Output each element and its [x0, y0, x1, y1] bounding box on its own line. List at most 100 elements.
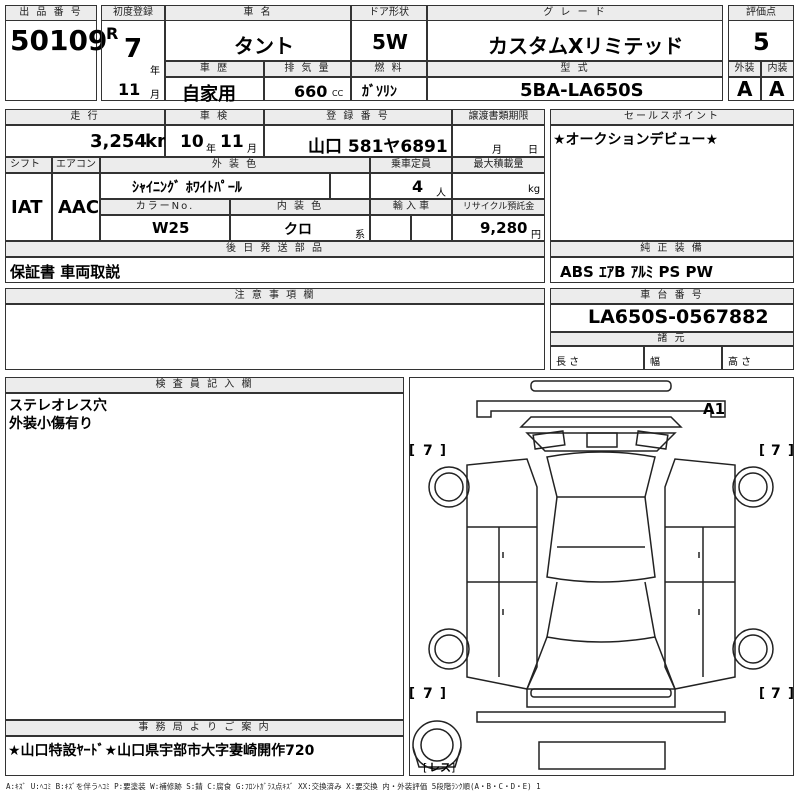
history: 自家用 [182, 84, 236, 105]
damage-mark-hood: A1 [703, 400, 725, 418]
model-label: 型 式 [427, 61, 723, 77]
office-note: ★山口特設ﾔｰﾄﾞ★山口県宇部市大字妻崎開作720 [8, 743, 315, 759]
registration: 山口 581ヤ6891 [308, 137, 448, 157]
exterior-grade: A [737, 77, 753, 101]
displacement: 660 [294, 82, 328, 101]
lot-number: 50109 [10, 24, 108, 57]
svg-text:]: ] [440, 443, 446, 458]
model: 5BA-LA650S [520, 80, 644, 101]
chassis-number: LA650S-0567882 [588, 306, 769, 328]
capacity-label: 乗車定員 [370, 157, 452, 173]
office-label: 事 務 局 よ り ご 案 内 [5, 720, 404, 736]
year-unit: 年 [150, 66, 160, 77]
later-parts: 保証書 車両取説 [10, 263, 121, 281]
door-type: 5W [372, 30, 408, 54]
inspector-line-2: 外装小傷有り [9, 416, 93, 432]
tire-mark-rear-right: 7 [771, 686, 781, 702]
sales-point: ★オークションデビュー★ [553, 132, 719, 148]
era-prefix: R [106, 24, 119, 43]
svg-text:]: ] [788, 686, 794, 701]
dims-label: 諸 元 [550, 332, 794, 346]
color-no: W25 [152, 219, 190, 237]
aircon: AAC [58, 197, 100, 218]
car-name: タント [234, 34, 294, 58]
svg-text:[: [ [759, 686, 765, 701]
recycle-unit: 円 [531, 230, 541, 241]
transfer-month-unit: 月 [492, 145, 502, 156]
interior-label: 内装 [761, 61, 794, 77]
import-label: 輸 入 車 [370, 199, 452, 215]
score-label: 評価点 [728, 5, 794, 21]
notes-label: 注 意 事 項 欄 [5, 288, 545, 304]
first-reg-year: 7 [124, 34, 143, 64]
import-cell [370, 215, 411, 241]
load-label: 最大積載量 [452, 157, 545, 173]
svg-text:]: ] [451, 761, 455, 774]
month-unit: 月 [150, 90, 160, 101]
svg-text:[: [ [759, 443, 765, 458]
interior-color-label: 内 装 色 [230, 199, 370, 215]
color-label: 外 装 色 [100, 157, 370, 173]
width-label: 幅 [650, 357, 660, 368]
fuel: ｶﾞｿﾘﾝ [362, 84, 397, 100]
shift-label: シフト [5, 157, 52, 173]
height-label: 高 さ [728, 357, 752, 368]
inspector-label: 検 査 員 記 入 欄 [5, 377, 404, 393]
first-reg-month: 11 [118, 80, 141, 99]
recycle-label: リサイクル預託金 [452, 199, 545, 215]
svg-text:[: [ [409, 443, 415, 458]
length-label: 長 さ [556, 357, 580, 368]
displacement-unit: CC [332, 89, 344, 98]
notes-cell [5, 304, 545, 370]
grade-label: グ レ ー ド [427, 5, 723, 21]
transfer-label: 譲渡書類期限 [452, 109, 545, 125]
inspection-month: 11 [220, 132, 244, 152]
score: 5 [753, 28, 770, 56]
inspection-year-unit: 年 [206, 144, 216, 155]
fuel-label: 燃 料 [351, 61, 427, 77]
spare-tire-status: レス [429, 761, 451, 774]
recycle-fee: 9,280 [480, 219, 528, 237]
svg-text:[: [ [423, 761, 427, 774]
later-parts-label: 後 日 発 送 部 品 [5, 241, 545, 257]
color-no-label: カラーNo. [100, 199, 230, 215]
exterior-color: ｼｬｲﾆﾝｸﾞ ﾎﾜｲﾄﾊﾟｰﾙ [132, 180, 242, 196]
grade: カスタムXリミテッド [488, 34, 684, 58]
svg-text:]: ] [440, 686, 446, 701]
car-diagram: [ ] [ ] [ ] [ ] 7 7 7 7 A1 [ レス ] [409, 380, 794, 774]
capacity: 4 [412, 177, 424, 196]
displacement-label: 排 気 量 [264, 61, 351, 77]
inspector-line-1: ステレオレス穴 [9, 398, 107, 414]
interior-color-unit: 系 [355, 230, 365, 241]
equipment-label: 純 正 装 備 [550, 241, 794, 257]
aircon-label: エアコン [52, 157, 100, 173]
mileage: 3,254 [90, 131, 147, 152]
import-cell-2 [411, 215, 452, 241]
transfer-day-unit: 日 [528, 145, 538, 156]
first-reg-label: 初度登録 [101, 5, 165, 21]
load-unit: kg [528, 184, 541, 195]
tire-mark-rear-left: 7 [423, 686, 433, 702]
exterior-label: 外装 [728, 61, 761, 77]
inspector-cell [5, 393, 404, 720]
mileage-label: 走 行 [5, 109, 165, 125]
tire-mark-front-left: 7 [423, 443, 433, 459]
tire-mark-front-right: 7 [771, 443, 781, 459]
inspection-label: 車 検 [165, 109, 264, 125]
shift: IAT [11, 197, 43, 218]
chassis-label: 車 台 番 号 [550, 288, 794, 304]
interior-color: クロ [284, 222, 312, 238]
legend: A:ｷｽﾞ U:ﾍｺﾐ B:ｷｽﾞを伴うﾍｺﾐ P:要塗装 W:補修跡 S:錆 … [6, 782, 541, 791]
color-cell-extra [330, 173, 370, 199]
capacity-unit: 人 [436, 188, 446, 199]
equipment: ABS ｴｱB ｱﾙﾐ PS PW [560, 263, 714, 281]
sales-point-label: セールスポイント [550, 109, 794, 125]
inspection-month-unit: 月 [247, 144, 257, 155]
svg-text:]: ] [788, 443, 794, 458]
lot-number-label: 出 品 番 号 [5, 5, 97, 21]
registration-label: 登 録 番 号 [264, 109, 452, 125]
svg-text:[: [ [409, 686, 415, 701]
door-label: ドア形状 [351, 5, 427, 21]
inspection-year: 10 [180, 132, 204, 152]
interior-grade: A [769, 77, 785, 101]
